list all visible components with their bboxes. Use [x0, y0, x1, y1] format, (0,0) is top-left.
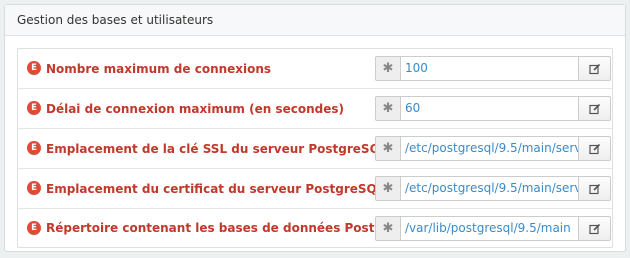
setting-input-group: ✱ /var/lib/postgresql/9.5/main [375, 216, 611, 241]
panel-title: Gestion des bases et utilisateurs [5, 5, 625, 36]
edit-icon [588, 223, 600, 234]
setting-label: Emplacement de la clé SSL du serveur Pos… [46, 141, 388, 156]
mode-badge: E [27, 101, 41, 115]
setting-row-data-directory: E Répertoire contenant les bases de donn… [18, 209, 612, 247]
edit-button[interactable] [578, 136, 611, 161]
edit-button[interactable] [578, 216, 611, 241]
mode-badge: E [27, 61, 41, 75]
edit-icon [588, 103, 600, 114]
mode-badge: E [27, 141, 41, 155]
asterisk-icon: ✱ [375, 136, 400, 161]
setting-value-field[interactable]: /etc/postgresql/9.5/main/server [400, 136, 578, 161]
setting-value-field[interactable]: 100 [400, 56, 578, 81]
setting-label: Emplacement du certificat du serveur Pos… [46, 181, 385, 196]
setting-input-group: ✱ /etc/postgresql/9.5/main/server [375, 176, 611, 201]
asterisk-icon: ✱ [375, 56, 400, 81]
edit-icon [588, 63, 600, 74]
edit-button[interactable] [578, 176, 611, 201]
edit-button[interactable] [578, 56, 611, 81]
setting-value-field[interactable]: 60 [400, 96, 578, 121]
asterisk-icon: ✱ [375, 96, 400, 121]
setting-input-group: ✱ 60 [375, 96, 611, 121]
setting-input-group: ✱ 100 [375, 56, 611, 81]
setting-input-group: ✱ /etc/postgresql/9.5/main/server [375, 136, 611, 161]
setting-row-ssl-cert: E Emplacement du certificat du serveur P… [18, 169, 612, 209]
setting-row-ssl-key: E Emplacement de la clé SSL du serveur P… [18, 129, 612, 169]
asterisk-icon: ✱ [375, 216, 400, 241]
settings-list: E Nombre maximum de connexions ✱ 100 E D… [17, 48, 613, 248]
edit-icon [588, 183, 600, 194]
setting-row-connection-timeout: E Délai de connexion maximum (en seconde… [18, 89, 612, 129]
asterisk-icon: ✱ [375, 176, 400, 201]
setting-label: Répertoire contenant les bases de donnée… [46, 221, 424, 235]
mode-badge: E [27, 221, 41, 235]
setting-value-field[interactable]: /var/lib/postgresql/9.5/main [400, 216, 578, 241]
edit-button[interactable] [578, 96, 611, 121]
mode-badge: E [27, 181, 41, 195]
edit-icon [588, 143, 600, 154]
setting-row-max-connections: E Nombre maximum de connexions ✱ 100 [18, 49, 612, 89]
setting-value-field[interactable]: /etc/postgresql/9.5/main/server [400, 176, 578, 201]
setting-label: Délai de connexion maximum (en secondes) [46, 101, 344, 116]
setting-label: Nombre maximum de connexions [46, 61, 272, 76]
settings-panel: Gestion des bases et utilisateurs E Nomb… [4, 4, 626, 252]
